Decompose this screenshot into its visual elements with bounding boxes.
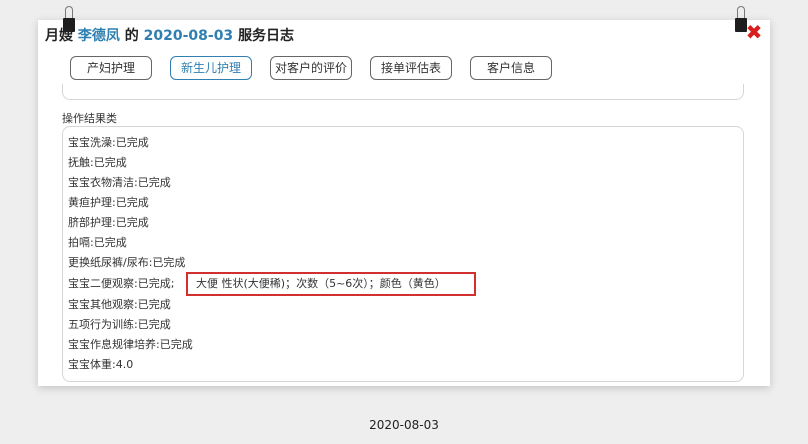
tab-newborn-care[interactable]: 新生儿护理 — [170, 56, 252, 80]
title-suffix: 服务日志 — [238, 28, 295, 44]
list-item: 宝宝其他观察:已完成 — [68, 298, 171, 311]
nanny-name: 李德凤 — [77, 28, 120, 44]
tab-customer-info[interactable]: 客户信息 — [470, 56, 552, 80]
list-item-label: 宝宝二便观察:已完成; — [68, 277, 175, 290]
title-prefix: 月嫂 — [45, 28, 73, 44]
list-item: 脐部护理:已完成 — [68, 216, 149, 229]
section-label: 操作结果类 — [62, 112, 117, 125]
list-item: 宝宝作息规律培养:已完成 — [68, 338, 193, 351]
list-item: 黄疸护理:已完成 — [68, 196, 149, 209]
list-item: 抚触:已完成 — [68, 156, 127, 169]
list-item: 拍嗝:已完成 — [68, 236, 127, 249]
footer-date: 2020-08-03 — [369, 418, 439, 432]
log-date: 2020-08-03 — [143, 28, 234, 44]
list-item: 宝宝体重:4.0 — [68, 358, 134, 371]
upper-panel — [62, 84, 744, 100]
close-icon[interactable]: ✖ — [744, 22, 764, 42]
list-item: 五项行为训练:已完成 — [68, 318, 171, 331]
title-connector: 的 — [124, 28, 139, 44]
list-item: 宝宝洗澡:已完成 — [68, 136, 149, 149]
page-title: 月嫂 李德凤 的 2020-08-03 服务日志 — [45, 25, 294, 45]
highlighted-detail: 大便 性状(大便稀)；次数（5~6次）；颜色（黄色） — [186, 272, 476, 296]
list-item: 宝宝衣物清洁:已完成 — [68, 176, 171, 189]
tab-customer-review[interactable]: 对客户的评价 — [270, 56, 352, 80]
tab-order-assessment[interactable]: 接单评估表 — [370, 56, 452, 80]
tab-maternal-care[interactable]: 产妇护理 — [70, 56, 152, 80]
list-item: 宝宝二便观察:已完成; 大便 性状(大便稀)；次数（5~6次）；颜色（黄色） — [68, 272, 488, 296]
list-item: 更换纸尿裤/尿布:已完成 — [68, 256, 186, 269]
